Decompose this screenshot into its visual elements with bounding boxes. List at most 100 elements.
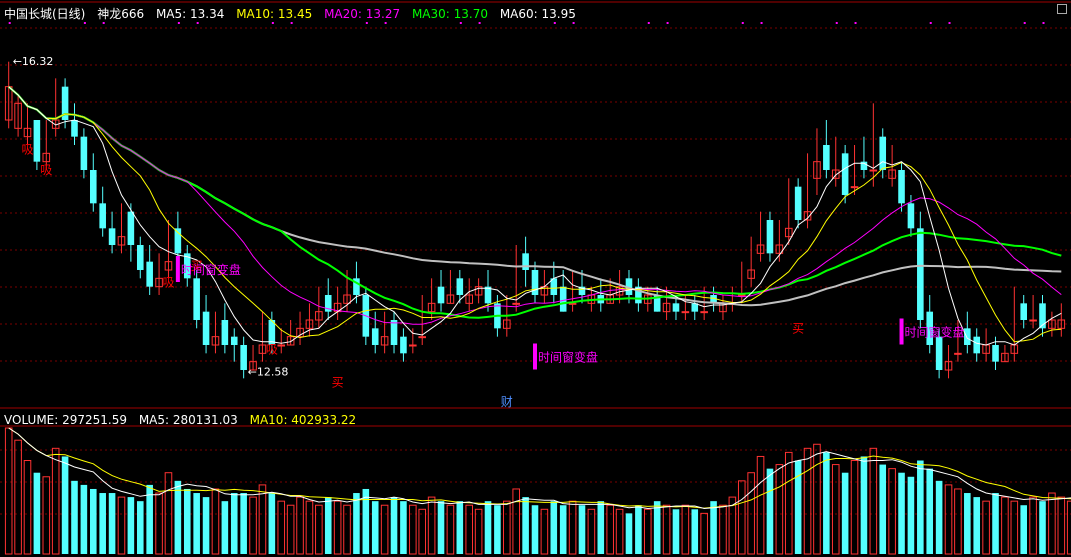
candle-body [230, 336, 238, 345]
volume-bar [578, 505, 586, 554]
low-price-label: ←12.58 [248, 366, 289, 379]
volume-bar [174, 480, 182, 554]
volume-bar [277, 500, 286, 555]
volume-bar [333, 500, 342, 555]
volume-bar [737, 480, 746, 555]
volume-bar [860, 456, 868, 554]
volume-bar [484, 501, 492, 554]
volume-bar [418, 508, 427, 555]
volume-bar [512, 488, 520, 555]
volume-bar [286, 504, 295, 555]
ma20-readout: MA20: 13.27 [324, 7, 401, 21]
volume-bar [643, 508, 652, 555]
volume-bar [211, 488, 220, 555]
signal-label: 买 [792, 322, 804, 336]
volume-bar [992, 493, 999, 554]
window-marker [899, 318, 904, 345]
volume-bar [944, 484, 953, 555]
volume-bar [831, 464, 840, 555]
candlestick-chart: ←16.32←12.58吸吸吸买吸买买吸买时间窗变盘时间窗变盘时间窗变盘时间窗变… [0, 1, 1071, 555]
candle-body [390, 320, 398, 345]
volume-bar [841, 472, 849, 554]
candle-body [80, 136, 88, 170]
volume-bar [1010, 500, 1019, 555]
volume-bar [691, 509, 699, 554]
candle-body [418, 336, 427, 339]
candle-body [841, 153, 849, 195]
volume-bar [155, 492, 163, 555]
candle-body [879, 136, 887, 170]
volume-readout: VOLUME: 297251.59 [4, 413, 127, 427]
candle-body [898, 170, 905, 204]
candle-body [33, 120, 41, 162]
volume-bar [240, 493, 247, 554]
candle-body [456, 278, 464, 295]
signal-dot [835, 22, 838, 24]
candle-body [89, 170, 97, 204]
volume-bar [117, 496, 126, 555]
maximize-icon[interactable] [1057, 4, 1067, 14]
ma10-line [8, 86, 1062, 343]
volume-bar [258, 484, 267, 555]
volume-bar [390, 497, 398, 554]
candle-body [136, 245, 144, 270]
volume-bar [494, 505, 501, 554]
volume-bar [202, 497, 210, 554]
volume-bar [625, 513, 633, 554]
window-label: 时间窗变盘 [538, 350, 598, 365]
volume-bar [653, 501, 661, 554]
volume-bar [917, 460, 924, 554]
volume-bar [888, 468, 896, 555]
volume-bar [898, 472, 905, 554]
volume-bar [559, 505, 567, 554]
volume-bar [296, 496, 304, 555]
volume-bar [597, 501, 605, 554]
volume-bar [474, 508, 483, 555]
volume-bar [615, 508, 624, 555]
candle-body [221, 320, 229, 345]
volume-bar [33, 472, 41, 554]
volume-bar [662, 504, 671, 555]
ma5-line [8, 86, 1062, 346]
volume-bar [710, 501, 717, 554]
volume-bar [1066, 500, 1071, 555]
volume-ma10-readout: MA10: 402933.22 [249, 413, 357, 427]
candle-body [992, 345, 999, 362]
signal-dot [1023, 22, 1026, 24]
volume-bar [503, 500, 511, 555]
volume-bar [926, 468, 934, 554]
signal-label: 吸 [162, 276, 174, 290]
candle-body [512, 302, 520, 305]
volume-bar [606, 504, 614, 555]
volume-bar [907, 476, 915, 554]
signal-dot [1042, 22, 1045, 24]
volume-bar [183, 488, 191, 554]
volume-bar [136, 501, 144, 554]
indicator-name: 神龙666 [97, 7, 145, 21]
window-label: 时间窗变盘 [181, 262, 241, 277]
volume-bar [1001, 496, 1009, 555]
candle-body [766, 220, 774, 254]
volume-header: VOLUME: 297251.59 MA5: 280131.03 MA10: 4… [4, 411, 364, 429]
volume-bar [550, 501, 558, 554]
volume-bar [315, 504, 323, 555]
window-label: 时间窗变盘 [905, 325, 965, 340]
volume-bar [465, 504, 474, 555]
candle-body [400, 336, 407, 354]
volume-bar [1020, 505, 1027, 554]
candle-body [869, 169, 878, 172]
volume-bar [700, 512, 708, 555]
volume-bar [803, 447, 812, 555]
candle-body [700, 311, 708, 314]
volume-bar [1029, 496, 1037, 555]
candle-body [202, 311, 210, 345]
ma60-readout: MA60: 13.95 [499, 7, 576, 21]
volume-bar [672, 509, 680, 554]
volume-bar [719, 504, 727, 555]
candle-body [973, 336, 981, 354]
volume-bar [1039, 501, 1046, 554]
volume-bar [380, 504, 389, 555]
volume-ma5-readout: MA5: 280131.03 [138, 413, 238, 427]
volume-bar [756, 455, 765, 555]
candle-body [127, 211, 135, 245]
